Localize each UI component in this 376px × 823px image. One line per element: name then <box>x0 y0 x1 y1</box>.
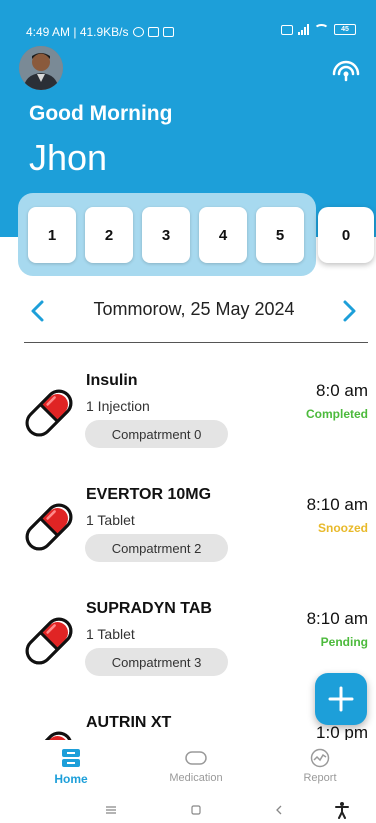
recents-menu-icon[interactable] <box>104 804 118 816</box>
medication-time: 8:0 am <box>316 381 368 400</box>
medication-name: SUPRADYN TAB <box>86 600 212 617</box>
add-medication-button[interactable] <box>315 673 367 725</box>
home-box-icon <box>62 749 80 767</box>
pill-icon <box>25 617 73 665</box>
avatar-image <box>19 46 63 90</box>
greeting-text: Good Morning <box>29 102 173 125</box>
nav-report[interactable]: Report <box>275 748 365 784</box>
signal-icon <box>298 24 309 35</box>
next-day-button[interactable] <box>337 298 361 324</box>
chevron-right-icon <box>343 300 356 322</box>
medication-time: 8:10 am <box>306 609 368 628</box>
status-time: 4:49 AM | 41.9KB/s <box>26 25 129 39</box>
device-connect-button[interactable] <box>330 56 362 82</box>
medication-dose: 1 Tablet <box>86 626 135 642</box>
compartment-tag: Compatrment 0 <box>85 420 228 448</box>
nav-home[interactable]: Home <box>26 748 116 786</box>
avatar[interactable] <box>19 46 63 90</box>
capsule-icon <box>185 751 207 765</box>
compartment-button-5[interactable]: 5 <box>256 207 304 263</box>
medication-item[interactable]: Insulin 1 Injection Compatrment 0 8:0 am… <box>0 372 376 472</box>
medication-name: AUTRIN XT <box>86 714 172 731</box>
compartment-tag: Compatrment 3 <box>85 648 228 676</box>
compartment-button-2[interactable]: 2 <box>85 207 133 263</box>
nav-medication[interactable]: Medication <box>151 748 241 784</box>
back-icon[interactable] <box>274 804 284 816</box>
nav-home-label: Home <box>54 772 88 786</box>
nav-medication-label: Medication <box>169 772 223 784</box>
system-navigation-bar <box>0 798 376 823</box>
nav-report-label: Report <box>303 772 337 784</box>
home-square-icon[interactable] <box>190 804 202 816</box>
message-icon <box>162 27 174 37</box>
wifi-icon <box>314 24 329 35</box>
medication-time: 8:10 am <box>306 495 368 514</box>
medication-name: Insulin <box>86 372 138 389</box>
plus-icon <box>328 686 354 712</box>
user-name: Jhon <box>29 137 108 178</box>
compartment-tag: Compatrment 2 <box>85 534 228 562</box>
medication-name: EVERTOR 10MG <box>86 486 212 503</box>
alarm-icon <box>132 27 144 37</box>
medication-dose: 1 Tablet <box>86 512 135 528</box>
medication-status: Pending <box>320 635 368 649</box>
compartment-button-4[interactable]: 4 <box>199 207 247 263</box>
broadcast-icon <box>332 60 360 82</box>
compartment-button-1[interactable]: 1 <box>28 207 76 263</box>
selected-date: Tommorow, 25 May 2024 <box>93 299 295 319</box>
medication-dose: 1 Injection <box>86 398 150 414</box>
report-chart-icon <box>310 748 330 768</box>
accessibility-icon[interactable] <box>334 801 350 819</box>
bottom-navigation: Home Medication Report <box>0 740 376 795</box>
medication-item[interactable]: EVERTOR 10MG 1 Tablet Compatrment 2 8:10… <box>0 486 376 586</box>
compartment-button-0[interactable]: 0 <box>318 207 374 263</box>
pill-icon <box>25 731 73 740</box>
pill-icon <box>25 389 73 437</box>
medication-time: 1:0 pm <box>316 723 368 740</box>
medication-status: Snoozed <box>318 521 368 535</box>
notification-icon <box>147 27 159 37</box>
volte-icon <box>281 24 293 35</box>
compartment-button-3[interactable]: 3 <box>142 207 190 263</box>
battery-icon: 45 <box>334 24 356 35</box>
status-bar: 4:49 AM | 41.9KB/s 45 <box>0 0 376 39</box>
medication-status: Completed <box>305 407 368 421</box>
pill-icon <box>25 503 73 551</box>
